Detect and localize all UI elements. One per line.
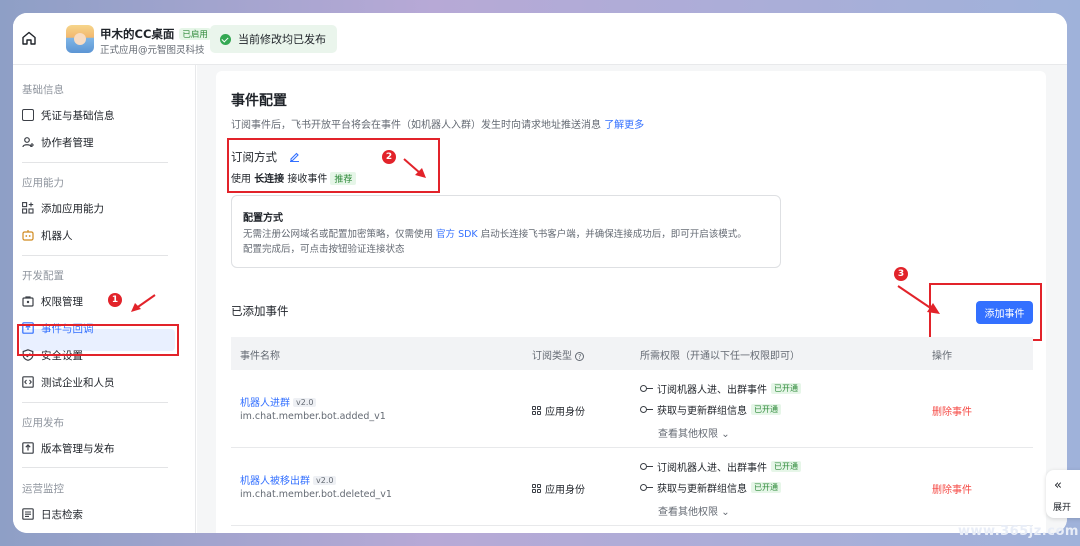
- test-icon: [22, 376, 34, 388]
- added-events-title: 已添加事件: [231, 304, 289, 318]
- official-sdk-link[interactable]: 官方 SDK: [436, 229, 478, 240]
- enabled-tag: 已开通: [771, 461, 801, 472]
- sidebar-divider: [22, 402, 168, 403]
- add-event-button[interactable]: 添加事件: [976, 301, 1033, 324]
- double-chevron-left-icon: «: [1054, 478, 1062, 493]
- events-table-header: 事件名称 订阅类型 ? 所需权限（开通以下任一权限即可） 操作: [231, 337, 1033, 370]
- column-header: 订阅类型 ?: [532, 347, 585, 362]
- user-add-icon: [22, 137, 34, 148]
- app-status-badge: 已启用: [179, 28, 211, 40]
- watermark: www.365jz.com: [958, 524, 1079, 539]
- subscription-type: 应用身份: [532, 481, 585, 496]
- annotation-marker-2: 2: [382, 150, 396, 164]
- robot-icon: [22, 230, 34, 241]
- permission-item: 获取与更新群组信息 已开通: [640, 480, 781, 495]
- sidebar-item-robot[interactable]: 机器人: [22, 225, 73, 245]
- id-card-icon: [22, 109, 34, 121]
- subscribe-method-title: 订阅方式: [231, 150, 277, 164]
- sidebar-section-monitor: 运营监控: [22, 483, 64, 495]
- help-icon[interactable]: ?: [575, 352, 585, 361]
- enabled-tag: 已开通: [751, 482, 781, 493]
- config-method-title: 配置方式: [243, 213, 283, 224]
- sidebar-section-dev: 开发配置: [22, 270, 64, 282]
- chevron-down-icon: ⌄: [721, 429, 730, 440]
- learn-more-link[interactable]: 了解更多: [604, 120, 644, 131]
- apps-add-icon: [22, 202, 34, 214]
- column-header: 所需权限（开通以下任一权限即可）: [640, 351, 800, 362]
- annotation-arrow-1: [131, 294, 156, 312]
- delete-event-button[interactable]: 删除事件: [932, 403, 972, 418]
- key-icon: [640, 463, 654, 470]
- app-subtitle: 正式应用@元智图灵科技: [100, 45, 205, 56]
- version-badge: v2.0: [313, 476, 337, 485]
- page-description: 订阅事件后，飞书开放平台将会在事件（如机器人入群）发生时向请求地址推送消息 了解…: [231, 120, 645, 131]
- sidebar-divider: [22, 162, 168, 163]
- sidebar-item-add-capability[interactable]: 添加应用能力: [22, 198, 104, 218]
- table-row: 机器人被移出群 v2.0 im.chat.member.bot.deleted_v…: [231, 448, 1033, 526]
- column-header: 事件名称: [240, 351, 280, 362]
- chevron-down-icon: ⌄: [721, 507, 730, 518]
- config-method-box: 配置方式 无需注册公网域名或配置加密策略，仅需使用 官方 SDK 启动长连接飞书…: [231, 195, 781, 268]
- config-method-text: 无需注册公网域名或配置加密策略，仅需使用 官方 SDK 启动长连接飞书客户端，并…: [243, 229, 747, 255]
- permission-icon: [22, 296, 34, 307]
- log-icon: [22, 508, 34, 520]
- sidebar-item-permissions[interactable]: 权限管理: [22, 291, 83, 311]
- sidebar-section-release: 应用发布: [22, 417, 64, 429]
- apps-icon: [532, 406, 541, 415]
- app-window: 甲木的CC桌面 已启用 正式应用@元智图灵科技 当前修改均已发布 基础信息 凭证与…: [13, 13, 1067, 533]
- version-badge: v2.0: [293, 398, 317, 407]
- upload-icon: [22, 442, 34, 454]
- subscribe-method-value: 使用 长连接 接收事件 推荐: [231, 170, 357, 185]
- sidebar-item-credentials[interactable]: 凭证与基础信息: [22, 105, 115, 125]
- publish-status: 当前修改均已发布: [210, 25, 337, 53]
- event-name[interactable]: 机器人被移出群 v2.0: [240, 472, 337, 487]
- page-title: 事件配置: [231, 93, 287, 109]
- sidebar: 基础信息 凭证与基础信息 协作者管理 应用能力 添加应用能力 机器人 开发配置 …: [13, 65, 196, 533]
- recommend-tag: 推荐: [330, 172, 357, 185]
- event-config-card: 事件配置 订阅事件后，飞书开放平台将会在事件（如机器人入群）发生时向请求地址推送…: [216, 71, 1046, 533]
- sidebar-item-logs[interactable]: 日志检索: [22, 504, 83, 524]
- event-code: im.chat.member.bot.added_v1: [240, 411, 386, 422]
- sidebar-divider: [22, 255, 168, 256]
- check-circle-icon: [220, 33, 231, 45]
- permission-item: 获取与更新群组信息 已开通: [640, 402, 781, 417]
- key-icon: [640, 385, 654, 392]
- view-more-permissions[interactable]: 查看其他权限 ⌄: [658, 425, 730, 440]
- sidebar-item-test-users[interactable]: 测试企业和人员: [22, 372, 115, 392]
- permission-item: 订阅机器人进、出群事件 已开通: [640, 459, 801, 474]
- event-name[interactable]: 机器人进群 v2.0: [240, 394, 317, 409]
- home-icon[interactable]: [21, 30, 37, 46]
- event-code: im.chat.member.bot.deleted_v1: [240, 489, 392, 500]
- view-more-permissions[interactable]: 查看其他权限 ⌄: [658, 503, 730, 518]
- key-icon: [640, 406, 654, 413]
- annotation-arrow-2: [403, 158, 426, 178]
- table-row: 机器人进群 v2.0 im.chat.member.bot.added_v1 应用…: [231, 370, 1033, 448]
- expand-panel-button[interactable]: « 展开: [1046, 470, 1080, 518]
- sidebar-section-basic: 基础信息: [22, 84, 64, 96]
- enabled-tag: 已开通: [771, 383, 801, 394]
- column-header: 操作: [932, 351, 952, 362]
- permission-item: 订阅机器人进、出群事件 已开通: [640, 381, 801, 396]
- subscription-type: 应用身份: [532, 403, 585, 418]
- sidebar-section-capabilities: 应用能力: [22, 177, 64, 189]
- enabled-tag: 已开通: [751, 404, 781, 415]
- key-icon: [640, 484, 654, 491]
- top-bar: 甲木的CC桌面 已启用 正式应用@元智图灵科技 当前修改均已发布: [13, 13, 1067, 65]
- apps-icon: [532, 484, 541, 493]
- annotation-marker-1: 1: [108, 293, 122, 307]
- edit-icon[interactable]: [289, 151, 300, 162]
- annotation-box-events: [17, 324, 179, 356]
- main-content: 事件配置 订阅事件后，飞书开放平台将会在事件（如机器人入群）发生时向请求地址推送…: [197, 65, 1067, 533]
- app-name: 甲木的CC桌面 已启用: [100, 26, 211, 42]
- sidebar-divider: [22, 467, 168, 468]
- sidebar-item-collaborators[interactable]: 协作者管理: [22, 132, 94, 152]
- app-avatar: [66, 25, 94, 53]
- delete-event-button[interactable]: 删除事件: [932, 481, 972, 496]
- sidebar-item-versions[interactable]: 版本管理与发布: [22, 438, 115, 458]
- annotation-marker-3: 3: [894, 267, 908, 281]
